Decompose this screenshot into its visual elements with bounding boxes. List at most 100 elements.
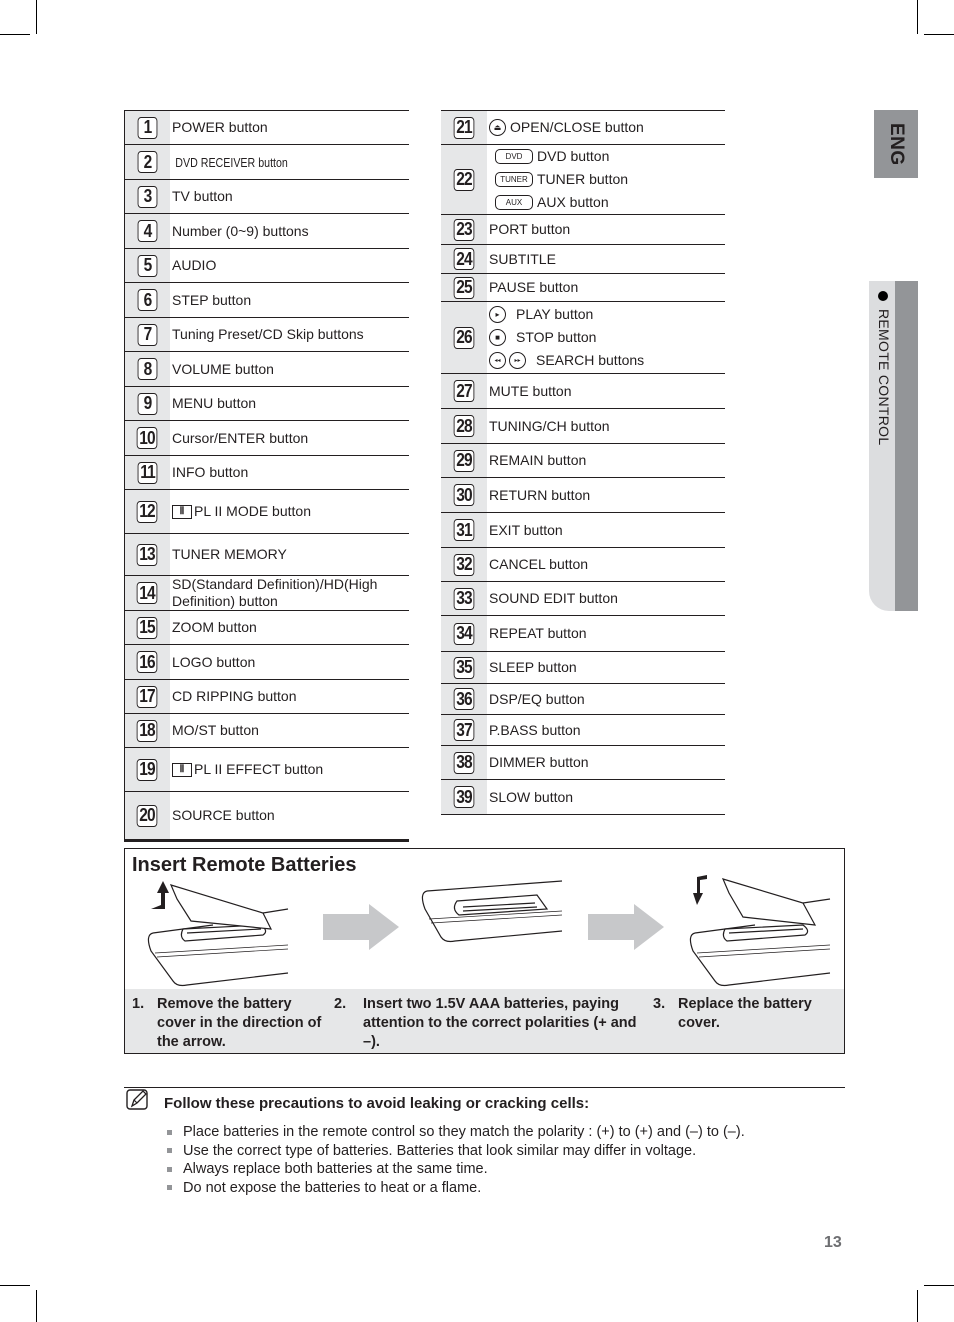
item-label: P.BASS button xyxy=(489,721,581,738)
bullet-square-icon xyxy=(167,1166,172,1172)
section-tab-band xyxy=(895,281,918,611)
search-icons: ◂◂ ▸▸ xyxy=(489,352,526,369)
item-description: LOGO button xyxy=(170,645,409,679)
item-number-cell: 24 xyxy=(441,245,487,273)
item-number-cell: 12 xyxy=(124,490,170,533)
next-step-arrow-icon xyxy=(588,904,664,950)
item-description: Number (0~9) buttons xyxy=(170,214,409,248)
item-description: TV button xyxy=(170,180,409,213)
table-row: 22 DVD DVD button TUNER TUNER button AUX AUX b… xyxy=(441,145,725,215)
rewind-icon: ◂◂ xyxy=(489,352,506,369)
item-description: P.BASS button xyxy=(487,715,725,745)
table-row: 36 DSP/EQ button xyxy=(441,684,725,715)
table-row: 33 SOUND EDIT button xyxy=(441,582,725,616)
item-description: MO/ST button xyxy=(170,714,409,747)
item-number-badge: 22 xyxy=(453,168,475,191)
crop-mark xyxy=(36,1290,37,1322)
table-row: 2 DVD RECEIVER button xyxy=(124,145,409,180)
item-description: SLEEP button xyxy=(487,652,725,683)
item-label: PAUSE button xyxy=(489,279,579,295)
item-number-cell: 37 xyxy=(441,715,487,745)
item-label: OPEN/CLOSE button xyxy=(510,119,644,135)
item-description: Tuning Preset/CD Skip buttons xyxy=(170,318,409,351)
item-description: TUNER MEMORY xyxy=(170,534,409,575)
item-number-badge: 7 xyxy=(137,323,158,346)
item-number-badge: 8 xyxy=(137,358,158,380)
bullet-icon xyxy=(878,291,888,301)
item-number-badge: 25 xyxy=(453,276,475,299)
item-number-cell: 15 xyxy=(124,611,170,644)
item-label: AUDIO xyxy=(172,257,217,273)
item-description: ▸ PLAY button ■ STOP button ◂◂ ▸▸ SEARCH butto… xyxy=(487,302,725,373)
table-row: 10 Cursor/ENTER button xyxy=(124,421,409,456)
item-number-cell: 36 xyxy=(441,684,487,714)
item-label: SUBTITLE xyxy=(489,250,556,267)
page-number: 13 xyxy=(824,1234,842,1251)
item-description: STEP button xyxy=(170,283,409,317)
item-description: TUNING/CH button xyxy=(487,409,725,443)
table-row: 5 AUDIO xyxy=(124,249,409,283)
battery-step-3: 3. Replace the battery cover. xyxy=(653,996,812,1031)
next-step-arrow-icon xyxy=(323,904,399,950)
crop-mark xyxy=(917,1290,918,1322)
item-description: CANCEL button xyxy=(487,548,725,581)
item-number-cell: 31 xyxy=(441,513,487,547)
table-row: 26 ▸ PLAY button ■ STOP button ◂◂ ▸▸ SEARCH but… xyxy=(441,302,725,374)
crop-mark xyxy=(36,0,37,34)
item-number-badge: 23 xyxy=(453,218,475,241)
note-divider xyxy=(124,1087,845,1088)
item-number-badge: 18 xyxy=(137,719,158,742)
item-number-cell: 32 xyxy=(441,548,487,581)
item-description: Ⅱ PL II MODE button xyxy=(170,490,409,533)
table-row: 24 SUBTITLE xyxy=(441,245,725,274)
item-description: DIMMER button xyxy=(487,746,725,779)
table-row: 27 MUTE button xyxy=(441,374,725,409)
item-number-cell: 27 xyxy=(441,374,487,408)
crop-mark xyxy=(0,34,30,35)
item-number-badge: 1 xyxy=(137,116,158,139)
item-label: Number (0~9) buttons xyxy=(172,222,309,239)
item-number-cell: 38 xyxy=(441,746,487,779)
table-row: 31 EXIT button xyxy=(441,513,725,548)
item-number-cell: 22 xyxy=(441,145,487,214)
bullet-square-icon xyxy=(167,1129,172,1135)
item-number-badge: 31 xyxy=(453,519,475,541)
item-number-cell: 34 xyxy=(441,616,487,651)
table-row: 32 CANCEL button xyxy=(441,548,725,582)
item-label: LOGO button xyxy=(172,653,256,670)
item-number-cell: 23 xyxy=(441,215,487,244)
eject-icon: ⏏ xyxy=(489,119,506,136)
language-tab[interactable]: ENG xyxy=(874,110,918,178)
item-number-badge: 17 xyxy=(137,685,158,708)
item-number-cell: 5 xyxy=(124,249,170,282)
item-number-badge: 13 xyxy=(137,543,158,566)
table-row: 23 PORT button xyxy=(441,215,725,245)
table-row: 34 REPEAT button xyxy=(441,616,725,652)
item-label: RETURN button xyxy=(489,486,591,503)
item-label: SD(Standard Definition)/HD(High Definiti… xyxy=(172,576,378,609)
item-number-badge: 28 xyxy=(453,415,475,437)
item-label: STEP button xyxy=(172,291,252,308)
item-number-badge: 37 xyxy=(453,719,475,741)
item-description: PORT button xyxy=(487,215,725,244)
table-row: 39 SLOW button xyxy=(441,780,725,815)
table-row: 29 REMAIN button xyxy=(441,444,725,478)
precautions-list: Place batteries in the remote control so… xyxy=(167,1123,745,1197)
item-label: SOUND EDIT button xyxy=(489,590,618,606)
precaution-item: Place batteries in the remote control so… xyxy=(167,1123,745,1142)
item-description: RETURN button xyxy=(487,478,725,512)
item-number-badge: 36 xyxy=(453,688,475,710)
item-label: TUNING/CH button xyxy=(489,417,610,434)
item-label: EXIT button xyxy=(489,521,563,538)
table-row: 15 ZOOM button xyxy=(124,611,409,645)
item-description: POWER button xyxy=(170,111,409,144)
item-description: DVD RECEIVER button xyxy=(170,145,409,179)
section-tab[interactable]: REMOTE CONTROL xyxy=(869,281,918,611)
item-label: VOLUME button xyxy=(172,360,274,377)
item-label: PL II MODE button xyxy=(194,503,311,519)
precaution-item: Use the correct type of batteries. Batte… xyxy=(167,1142,745,1161)
item-number-badge: 3 xyxy=(137,185,158,208)
item-number-cell: 2 xyxy=(124,145,170,179)
item-label: TV button xyxy=(172,188,233,204)
item-label: SLEEP button xyxy=(489,659,577,675)
